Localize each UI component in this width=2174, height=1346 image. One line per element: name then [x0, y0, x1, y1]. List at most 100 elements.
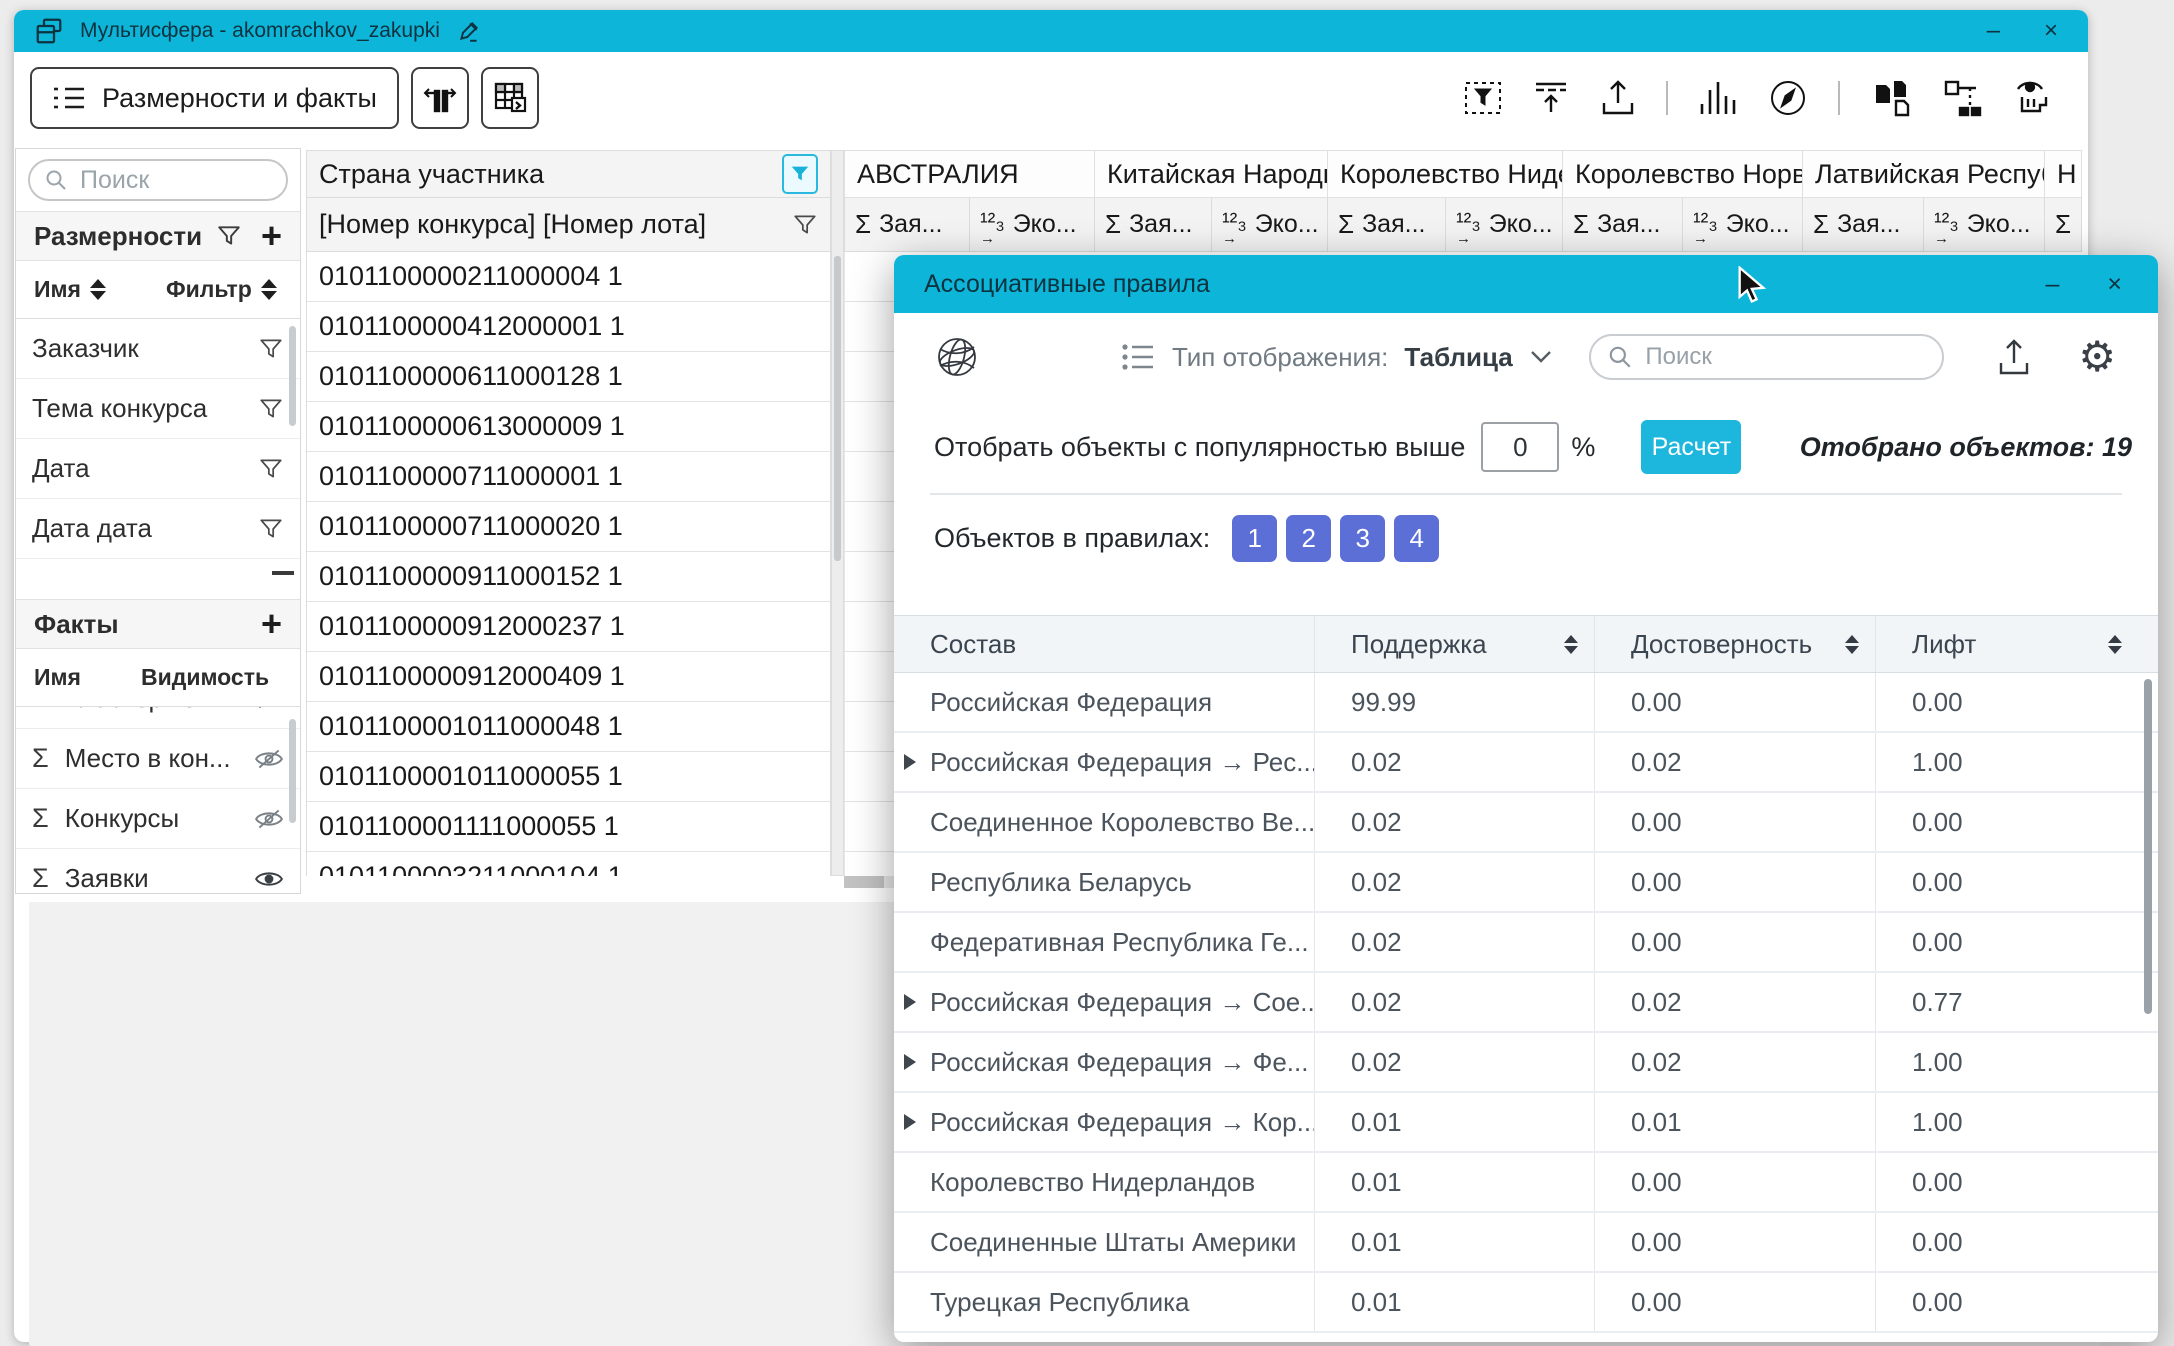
rule-row[interactable]: Федеративная Республика Ге... 0.02 0.00 … [894, 913, 2158, 973]
rule-size-button[interactable]: 2 [1286, 515, 1331, 562]
measure-header[interactable]: Σ Зая... [844, 198, 970, 252]
fact-item[interactable]: Σ Заявки [16, 849, 300, 893]
sort-confidence-icon[interactable] [1845, 635, 1859, 654]
dimensions-filter-icon[interactable] [216, 223, 242, 249]
support-column-header[interactable]: Поддержка [1314, 616, 1594, 672]
filter-icon[interactable] [792, 212, 818, 238]
rules-table-scrollbar[interactable] [2144, 679, 2152, 1014]
measure-header[interactable]: Σ Зая... [1095, 198, 1212, 252]
active-filter-button[interactable] [782, 154, 818, 194]
rule-row[interactable]: Соединенное Королевство Ве... 0.02 0.00 … [894, 793, 2158, 853]
data-cell[interactable] [844, 852, 900, 876]
filter-icon[interactable] [258, 456, 284, 482]
facts-visibility-col[interactable]: Видимость [141, 664, 269, 691]
row-label[interactable]: 0101100000611000128 1 [307, 352, 831, 402]
column-header[interactable]: Н [2045, 150, 2082, 198]
threshold-input[interactable] [1481, 422, 1559, 472]
eye-icon[interactable] [254, 868, 284, 890]
bar-chart-icon[interactable] [1698, 80, 1738, 116]
dimensions-scrollbar[interactable] [289, 326, 296, 426]
column-header[interactable]: Королевство Нидер [1328, 150, 1563, 198]
fact-item[interactable]: Σ Место в кон... [16, 729, 300, 789]
settings-gear-icon[interactable]: ⚙ [2078, 336, 2116, 378]
edit-title-icon[interactable] [456, 18, 482, 44]
close-button[interactable]: × [2044, 19, 2058, 43]
fact-item[interactable]: Σ Конкурсы [16, 789, 300, 849]
data-cell[interactable] [844, 552, 900, 602]
eye-slash-icon[interactable] [254, 808, 284, 830]
expand-arrow-icon[interactable] [904, 1054, 916, 1070]
measure-header[interactable]: ¹²₃→ Эко... [1683, 198, 1803, 252]
confidence-column-header[interactable]: Достоверность [1594, 616, 1875, 672]
measure-header[interactable]: Σ Зая... [1563, 198, 1683, 252]
globe-icon[interactable] [934, 334, 980, 380]
facts-scrollbar[interactable] [289, 719, 296, 823]
pivot-vertical-scrollbar[interactable] [831, 150, 844, 876]
row-label[interactable]: 0101100001011000048 1 [307, 702, 831, 752]
sidebar-search-input[interactable] [78, 165, 248, 196]
expand-arrow-icon[interactable] [904, 994, 916, 1010]
rule-size-button[interactable]: 4 [1394, 515, 1439, 562]
rule-row[interactable]: Королевство Нидерландов 0.01 0.00 0.00 [894, 1153, 2158, 1213]
calculate-button[interactable]: Расчет [1641, 420, 1741, 474]
rule-row[interactable]: Российская Федерация → Рес... 0.02 0.02 … [894, 733, 2158, 793]
dimension-item[interactable]: Дата [16, 439, 300, 499]
row-label[interactable]: 0101100001111000055 1 [307, 802, 831, 852]
dialog-export-icon[interactable] [1996, 337, 2032, 377]
expand-arrow-icon[interactable] [904, 1114, 916, 1130]
row-label[interactable]: 0101100000711000001 1 [307, 452, 831, 502]
measure-header[interactable]: ¹²₃→ Эко... [970, 198, 1095, 252]
measure-header[interactable]: ¹²₃→ Эко... [1924, 198, 2045, 252]
structure-icon[interactable] [1942, 78, 1984, 118]
copy-sheet-icon[interactable] [1870, 77, 1912, 119]
data-cell[interactable] [844, 652, 900, 702]
dialog-search[interactable] [1589, 334, 1944, 380]
dimension-item[interactable]: Тема конкурса [16, 379, 300, 439]
dialog-titlebar[interactable]: Ассоциативные правила – × [894, 255, 2158, 313]
rule-size-button[interactable]: 1 [1232, 515, 1277, 562]
add-dimension-button[interactable]: + [261, 218, 282, 254]
composition-column-header[interactable]: Состав [894, 616, 1314, 672]
data-cell[interactable] [844, 452, 900, 502]
measure-header[interactable]: ¹²₃→ Эко... [1446, 198, 1563, 252]
column-header[interactable]: Китайская Народна [1095, 150, 1328, 198]
expand-arrow-icon[interactable] [904, 754, 916, 770]
rule-row[interactable]: Соединенные Штаты Америки 0.01 0.00 0.00 [894, 1213, 2158, 1273]
compass-icon[interactable] [1768, 78, 1808, 118]
table-view-button[interactable] [481, 67, 539, 129]
rule-size-button[interactable]: 3 [1340, 515, 1385, 562]
export-icon[interactable] [1600, 79, 1636, 117]
hidden-measures-icon[interactable] [2014, 77, 2056, 119]
rule-row[interactable]: Российская Федерация → Фе... 0.02 0.02 1… [894, 1033, 2158, 1093]
dimensions-filter-col[interactable]: Фильтр [166, 276, 252, 303]
data-cell[interactable] [844, 302, 900, 352]
dialog-search-input[interactable] [1643, 342, 1873, 372]
filter-dashed-icon[interactable] [1464, 79, 1502, 117]
data-cell[interactable] [844, 702, 900, 752]
row-label[interactable]: 0101100000613000009 1 [307, 402, 831, 452]
dimension-item[interactable]: Заказчик [16, 319, 300, 379]
dimensions-name-col[interactable]: Имя [34, 276, 81, 303]
column-width-button[interactable] [411, 67, 469, 129]
lift-column-header[interactable]: Лифт [1875, 616, 2138, 672]
row-label[interactable]: 0101100001011000055 1 [307, 752, 831, 802]
main-titlebar[interactable]: Мультисфера - akomrachkov_zakupki – × [14, 10, 2088, 52]
data-cell[interactable] [844, 402, 900, 452]
filter-icon[interactable] [258, 516, 284, 542]
measure-header[interactable]: Σ Зая... [1328, 198, 1446, 252]
measure-header[interactable]: Σ [2045, 198, 2082, 252]
filter-icon[interactable] [258, 336, 284, 362]
display-type-control[interactable]: Тип отображения: Таблица [1120, 340, 1553, 374]
row-label[interactable]: 0101100003211000104 1 [307, 852, 831, 876]
row-label[interactable]: 0101100000711000020 1 [307, 502, 831, 552]
eye-slash-icon[interactable] [254, 707, 284, 710]
sort-name-icon[interactable] [90, 279, 106, 300]
data-cell[interactable] [844, 752, 900, 802]
rule-row[interactable]: Российская Федерация 99.99 0.00 0.00 [894, 673, 2158, 733]
eye-slash-icon[interactable] [254, 748, 284, 770]
data-cell[interactable] [844, 802, 900, 852]
pivot-horizontal-scrollbar[interactable] [844, 876, 900, 888]
sort-lift-icon[interactable] [2108, 635, 2122, 654]
rule-row[interactable]: Российская Федерация → Кор... 0.01 0.01 … [894, 1093, 2158, 1153]
rule-row[interactable]: Российская Федерация → Сое... 0.02 0.02 … [894, 973, 2158, 1033]
